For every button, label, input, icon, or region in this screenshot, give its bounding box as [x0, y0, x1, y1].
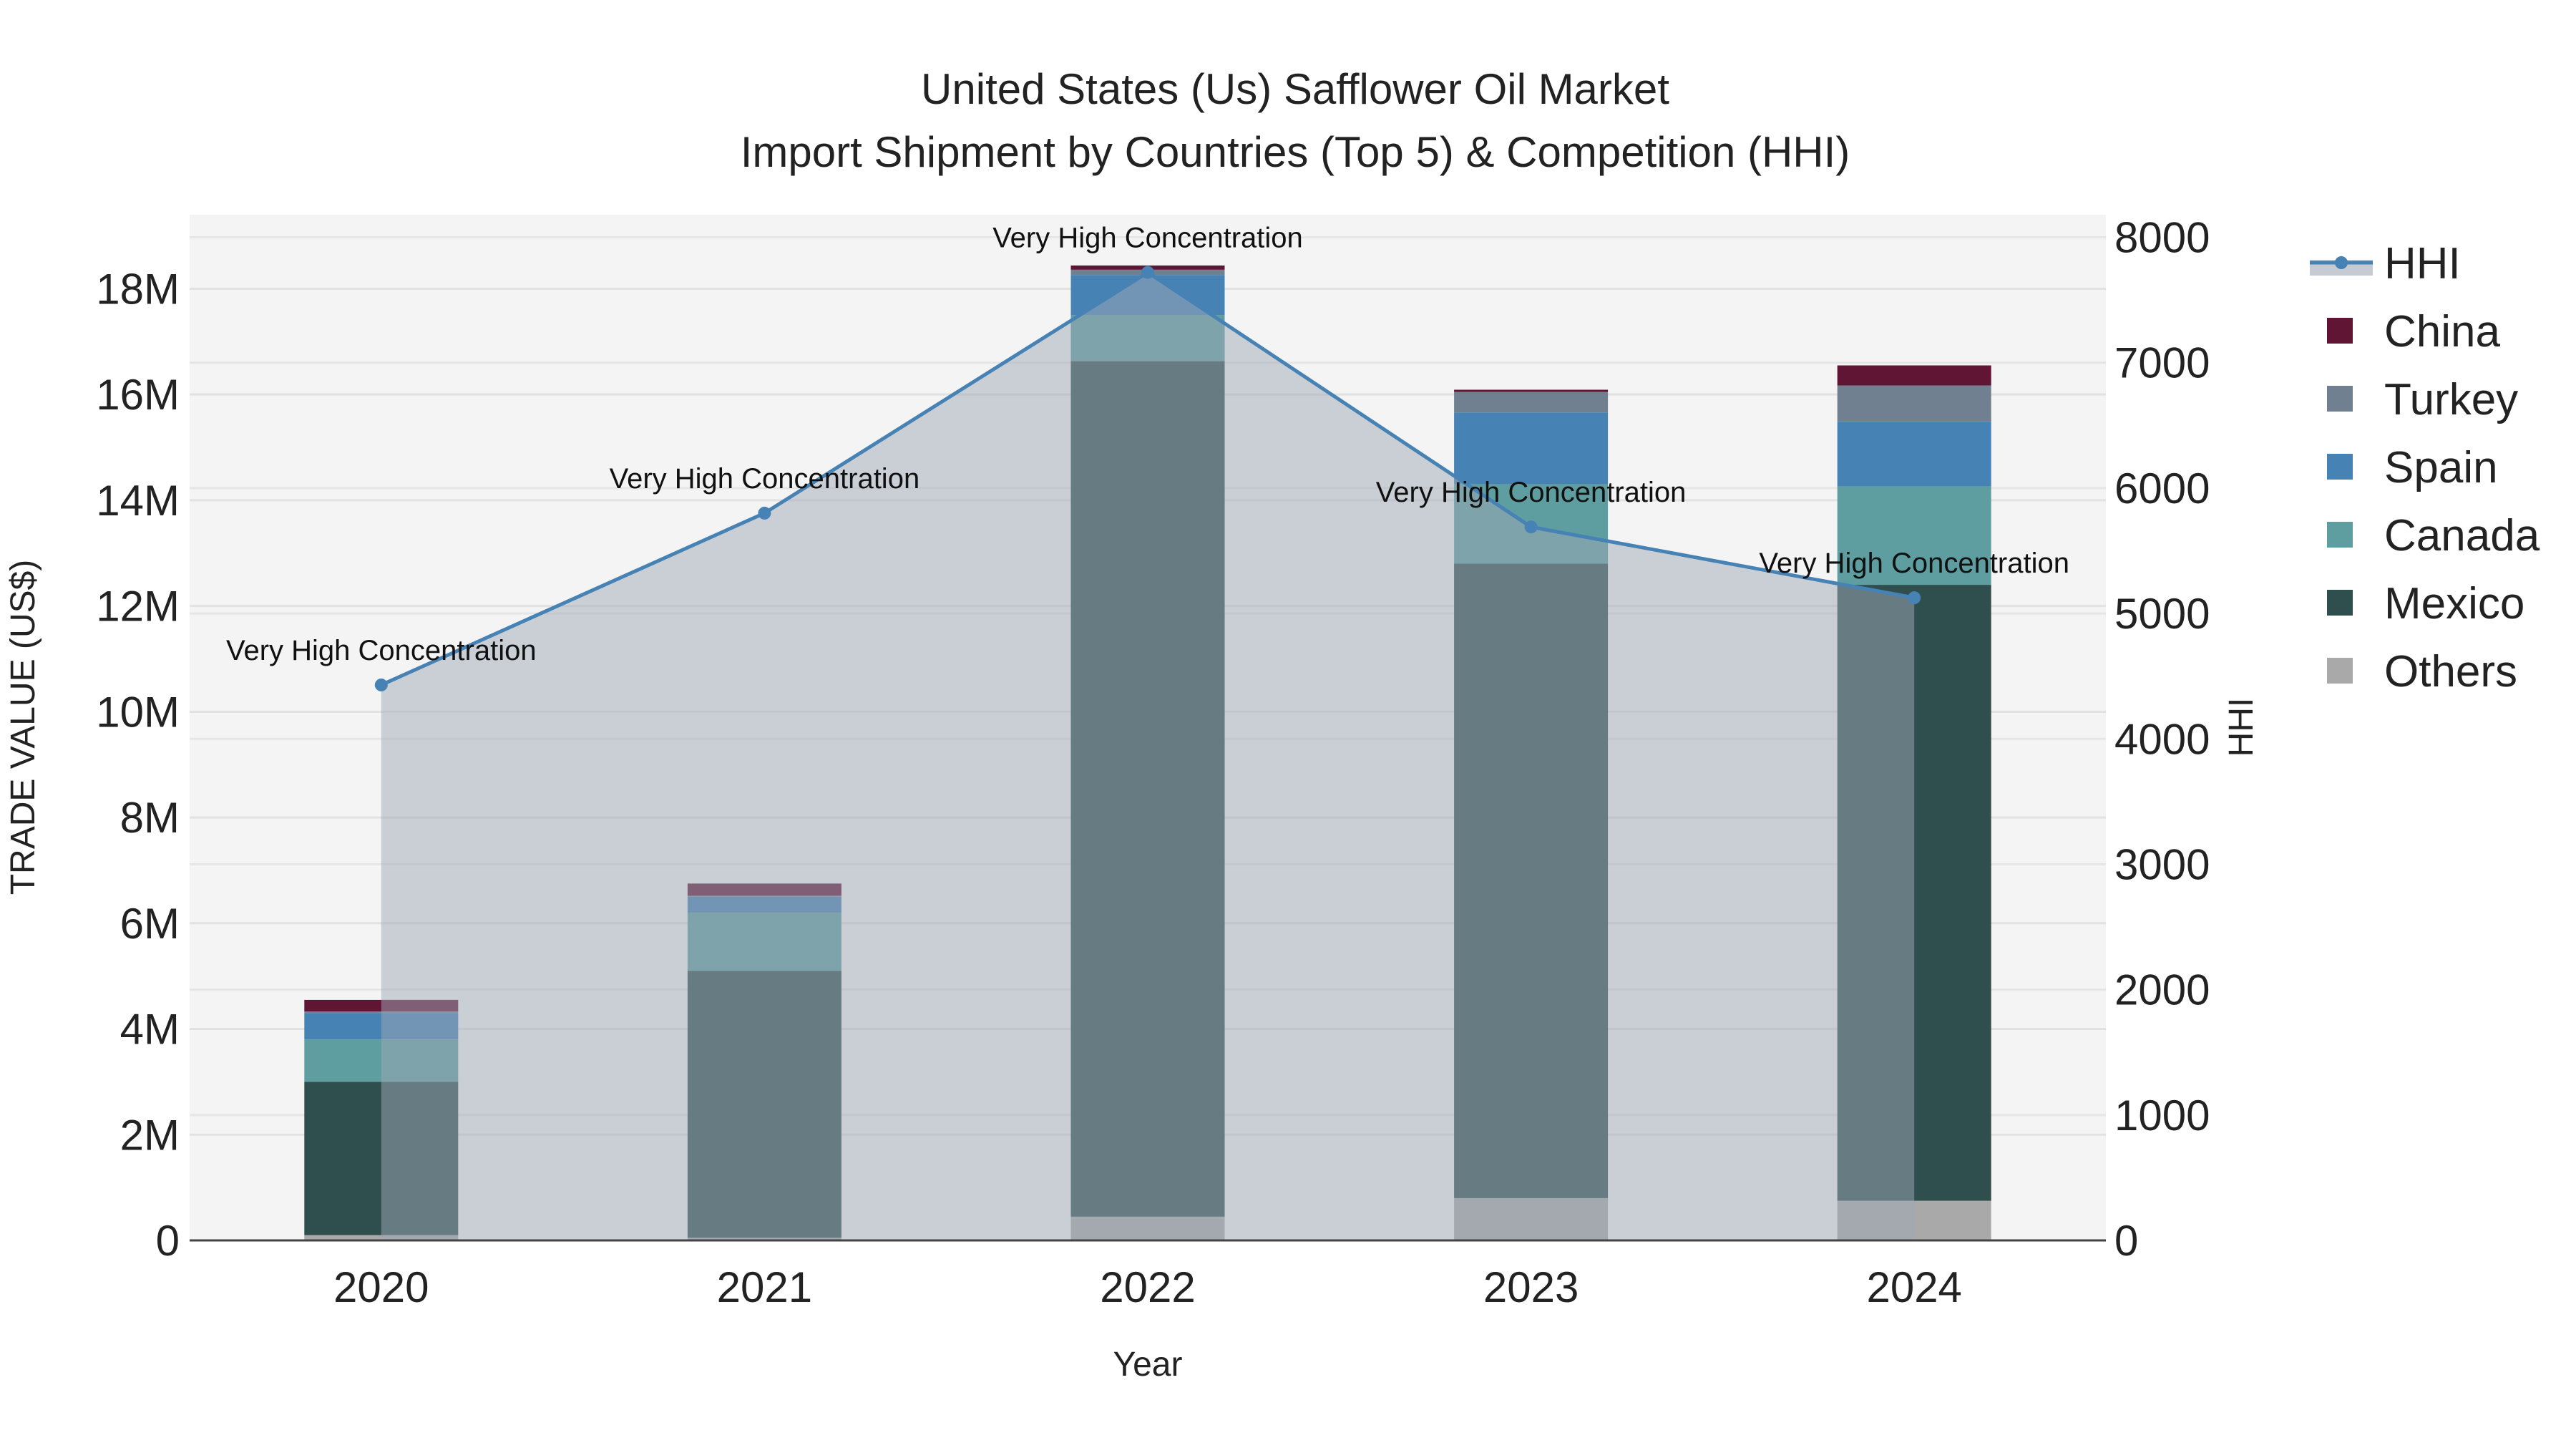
y2-tick-label: 1000 — [2114, 1092, 2210, 1139]
y-tick-label: 6M — [120, 900, 180, 948]
x-tick-label: 2023 — [1483, 1263, 1579, 1311]
bar-china-2023 — [1454, 389, 1609, 392]
chart-title-line1: United States (Us) Safflower Oil Market — [921, 65, 1669, 113]
y-tick-label: 12M — [96, 583, 180, 631]
legend-label: Others — [2384, 647, 2517, 696]
hhi-annotation: Very High Concentration — [610, 463, 920, 495]
bar-spain-2023 — [1454, 412, 1609, 485]
legend-label: Mexico — [2384, 579, 2524, 628]
y-tick-label: 4M — [120, 1006, 180, 1054]
legend: HHI China Turkey Spain Canada Mexico Others — [2310, 239, 2540, 696]
legend-label: Spain — [2384, 443, 2498, 492]
chart: Very High Concentration Very High Concent… — [4, 65, 2540, 1384]
x-axis-title: Year — [1113, 1346, 1183, 1384]
y2-tick-label: 6000 — [2114, 465, 2210, 512]
legend-item-china[interactable]: China — [2327, 307, 2501, 356]
y2-tick-label: 0 — [2114, 1217, 2138, 1265]
x-axis-ticks: 2020 2021 2022 2023 2024 — [333, 1263, 1962, 1311]
y2-tick-label: 7000 — [2114, 339, 2210, 387]
legend-swatch — [2327, 386, 2353, 412]
hhi-annotation: Very High Concentration — [992, 223, 1303, 254]
legend-swatch — [2327, 658, 2353, 684]
legend-swatch — [2327, 522, 2353, 548]
y2-tick-label: 2000 — [2114, 966, 2210, 1014]
hhi-point — [1524, 520, 1538, 534]
y-tick-label: 14M — [96, 477, 180, 525]
y-tick-label: 2M — [120, 1111, 180, 1159]
bar-turkey-2023 — [1454, 392, 1609, 413]
legend-item-spain[interactable]: Spain — [2327, 443, 2498, 492]
legend-label: China — [2384, 307, 2501, 356]
hhi-point — [758, 506, 771, 520]
y-axis-title: TRADE VALUE (US$) — [4, 560, 42, 895]
y-tick-label: 16M — [96, 371, 180, 419]
legend-label: Turkey — [2384, 375, 2518, 424]
y2-tick-label: 8000 — [2114, 214, 2210, 262]
legend-label: Canada — [2384, 511, 2540, 560]
x-tick-label: 2021 — [717, 1263, 812, 1311]
y2-tick-label: 3000 — [2114, 840, 2210, 888]
legend-swatch — [2327, 590, 2353, 616]
y-tick-label: 8M — [120, 794, 180, 842]
chart-title-line2: Import Shipment by Countries (Top 5) & C… — [741, 128, 1850, 176]
y-tick-label: 18M — [96, 265, 180, 313]
x-tick-label: 2024 — [1866, 1263, 1961, 1311]
legend-swatch-marker — [2335, 256, 2348, 269]
hhi-annotation: Very High Concentration — [1376, 477, 1687, 508]
legend-label: HHI — [2384, 239, 2461, 288]
y2-tick-label: 4000 — [2114, 715, 2210, 763]
hhi-annotation: Very High Concentration — [1759, 548, 2069, 579]
y2-tick-label: 5000 — [2114, 590, 2210, 638]
legend-item-turkey[interactable]: Turkey — [2327, 375, 2518, 424]
bar-turkey-2024 — [1837, 385, 1991, 422]
x-tick-label: 2020 — [333, 1263, 429, 1311]
y-axis-ticks: 0 2M 4M 6M 8M 10M 12M 14M 16M 18M — [96, 265, 180, 1265]
y-tick-label: 10M — [96, 688, 180, 736]
y2-axis-title: HHI — [2223, 698, 2260, 757]
legend-swatch — [2327, 318, 2353, 344]
legend-item-others[interactable]: Others — [2327, 647, 2517, 696]
bar-spain-2024 — [1837, 421, 1991, 487]
y-tick-label: 0 — [156, 1217, 180, 1265]
legend-item-canada[interactable]: Canada — [2327, 511, 2540, 560]
y2-axis-ticks: 0 1000 2000 3000 4000 5000 6000 7000 8000 — [2114, 214, 2210, 1265]
hhi-annotation: Very High Concentration — [226, 635, 537, 666]
hhi-point — [1141, 266, 1154, 279]
legend-swatch — [2327, 454, 2353, 480]
hhi-point — [1908, 591, 1921, 605]
x-tick-label: 2022 — [1100, 1263, 1195, 1311]
legend-item-hhi[interactable]: HHI — [2310, 239, 2461, 288]
hhi-point — [374, 678, 388, 691]
legend-item-mexico[interactable]: Mexico — [2327, 579, 2524, 628]
bar-china-2024 — [1837, 365, 1991, 386]
